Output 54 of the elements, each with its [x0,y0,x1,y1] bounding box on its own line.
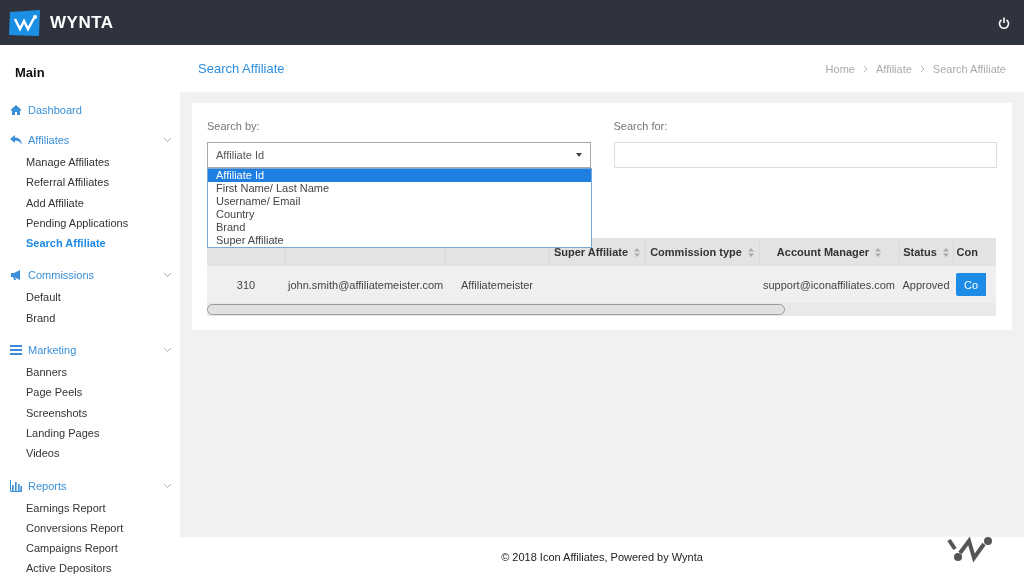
sidebar-item[interactable]: Screenshots [0,402,88,423]
page-title: Search Affiliate [198,61,285,76]
sidebar-item[interactable]: Referral Affiliates [0,172,109,193]
sidebar-section-link[interactable]: Dashboard [28,104,82,116]
scrollbar-thumb[interactable] [207,304,785,315]
menu-icon [10,344,22,357]
sort-icon [634,247,641,257]
column-header[interactable]: Account Manager [759,238,899,266]
field-label: Search for: [613,120,668,132]
sidebar-item[interactable]: Manage Affiliates [0,152,110,173]
sidebar-section-link[interactable]: Reports [28,479,67,492]
search-field[interactable] [613,142,997,168]
sidebar-item[interactable]: Banners [0,362,67,383]
sidebar-item[interactable]: Campaigns Report [0,538,118,559]
footer-text: © 2018 Icon Affiliates, Powered by Wynta [501,550,703,563]
sidebar-item[interactable]: Videos [0,443,60,464]
dropdown-option[interactable]: Country [208,208,591,221]
dropdown-option[interactable]: Username/ Email [208,195,591,208]
field-label: Search by: [207,120,260,132]
sidebar-item[interactable]: Active Depositors [0,558,112,576]
sidebar-section-link[interactable]: Marketing [28,344,77,357]
chevron-right-icon [862,64,868,73]
dropdown-option[interactable]: Affiliate Id [208,169,591,182]
sidebar-item[interactable]: Default [0,287,61,308]
action-button[interactable]: Co [956,273,987,296]
home-icon [10,104,22,116]
sort-icon [875,247,882,257]
bar-chart-icon [10,479,22,492]
sidebar-item[interactable]: Pending Applications [0,212,129,234]
column-header[interactable]: Con [953,238,996,266]
sidebar-item[interactable]: Conversions Report [0,517,124,539]
search-by-select[interactable]: Affiliate Id [207,142,591,168]
logo-icon [8,8,42,37]
sidebar-section-link[interactable]: Affiliates [28,134,70,146]
column-header[interactable]: Status [899,238,953,266]
chevron-right-icon [919,64,925,73]
dropdown-option[interactable]: Brand [208,221,591,234]
sidebar-item[interactable]: Brand [0,307,56,329]
sidebar-section-link[interactable]: Commissions [28,269,94,282]
dropdown-option[interactable]: First Name/ Last Name [208,182,591,195]
sidebar-item[interactable]: Add Affiliate [0,192,84,213]
sidebar-title: Main [14,65,46,80]
sort-icon [942,247,949,257]
reply-arrow-icon [10,134,22,146]
power-icon [998,16,1010,29]
brand-name: WYNTA [50,12,114,33]
megaphone-icon [10,269,22,282]
caret-icon [575,153,582,157]
sidebar-item[interactable]: Earnings Report [0,497,106,518]
sidebar-item[interactable]: Search Affiliate [0,233,106,254]
column-header[interactable]: Commission type [645,238,759,266]
sidebar-item[interactable]: Landing Pages [0,422,100,444]
sidebar-item[interactable]: Page Peels [0,382,83,403]
sort-icon [747,247,754,257]
